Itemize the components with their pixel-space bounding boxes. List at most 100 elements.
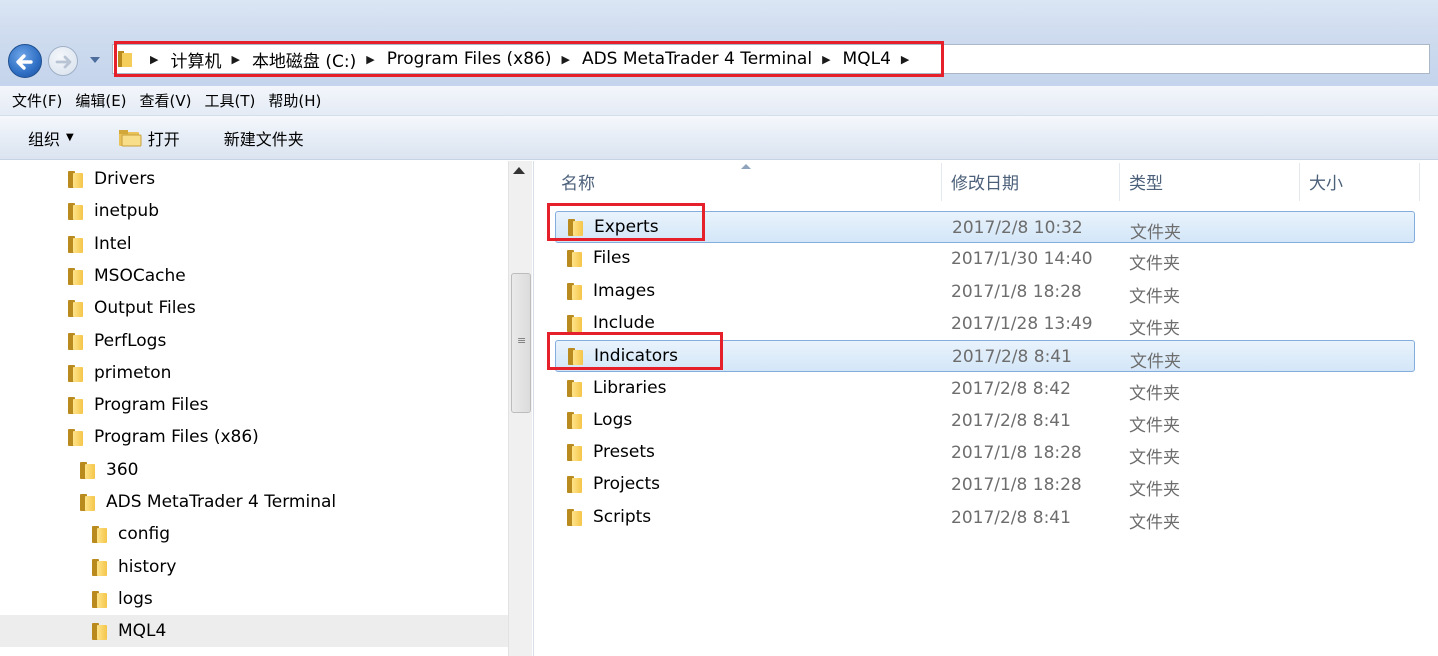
- folder-icon: [68, 332, 84, 350]
- sort-ascending-icon: [741, 164, 751, 169]
- column-divider[interactable]: [1419, 163, 1420, 201]
- menu-file[interactable]: 文件(F): [12, 90, 62, 111]
- file-list: 名称 修改日期 类型 大小 Experts 2017/2/8 10:32 文件夹 Fi…: [535, 161, 1438, 656]
- nav-tree-item[interactable]: Drivers: [68, 163, 155, 195]
- column-divider[interactable]: [941, 163, 942, 201]
- file-date: 2017/1/28 13:49: [951, 313, 1093, 334]
- file-date: 2017/2/8 8:41: [951, 507, 1071, 528]
- nav-tree-item[interactable]: config: [92, 518, 170, 550]
- nav-tree-label: inetpub: [94, 201, 159, 222]
- nav-tree-item[interactable]: primeton: [68, 357, 171, 389]
- nav-tree-item[interactable]: Intel: [68, 228, 132, 260]
- annotation-highlight-box: [547, 203, 705, 241]
- nav-tree-item[interactable]: ADS MetaTrader 4 Terminal: [80, 486, 336, 518]
- open-label: 打开: [147, 129, 180, 149]
- file-type: 文件夹: [1129, 448, 1180, 469]
- file-row[interactable]: Projects 2017/1/8 18:28 文件夹: [555, 469, 1415, 501]
- scroll-up-icon[interactable]: [513, 167, 525, 174]
- open-button[interactable]: 打开: [118, 126, 180, 150]
- column-header-size[interactable]: 大小: [1309, 169, 1343, 194]
- file-type: 文件夹: [1129, 512, 1180, 533]
- organize-button[interactable]: 组织 ▼: [28, 126, 74, 150]
- file-row[interactable]: Images 2017/1/8 18:28 文件夹: [555, 276, 1415, 308]
- folder-icon: [567, 411, 583, 429]
- nav-tree-item[interactable]: history: [92, 551, 176, 583]
- file-name-cell: Include: [567, 313, 655, 333]
- file-name: Projects: [593, 474, 661, 495]
- file-type: 文件夹: [1129, 318, 1180, 339]
- column-headers: 名称 修改日期 类型 大小: [535, 161, 1438, 203]
- file-type: 文件夹: [1129, 383, 1180, 404]
- file-date: 2017/2/8 8:41: [952, 347, 1072, 368]
- nav-tree-item[interactable]: Program Files: [68, 389, 208, 421]
- menu-help[interactable]: 帮助(H): [268, 90, 321, 111]
- history-dropdown-icon[interactable]: [88, 52, 102, 68]
- file-row[interactable]: Presets 2017/1/8 18:28 文件夹: [555, 437, 1415, 469]
- column-header-type[interactable]: 类型: [1129, 169, 1163, 194]
- folder-icon: [567, 475, 583, 494]
- forward-button[interactable]: [48, 46, 78, 76]
- back-button[interactable]: [8, 44, 42, 78]
- file-date: 2017/1/30 14:40: [951, 249, 1093, 270]
- folder-icon: [68, 396, 84, 415]
- menu-edit[interactable]: 编辑(E): [75, 90, 126, 111]
- new-folder-label: 新建文件夹: [223, 129, 304, 149]
- nav-tree-label: config: [118, 524, 171, 545]
- folder-icon: [92, 622, 108, 641]
- nav-tree-item[interactable]: MQL4: [0, 615, 508, 648]
- annotation-highlight-box: [547, 332, 723, 371]
- nav-tree-item[interactable]: logs: [92, 583, 153, 615]
- file-type: 文件夹: [1129, 254, 1180, 275]
- file-date: 2017/1/8 18:28: [951, 443, 1082, 464]
- nav-tree-label: Intel: [94, 233, 132, 254]
- file-name: Logs: [593, 409, 633, 430]
- folder-icon: [567, 443, 583, 462]
- file-name: Presets: [593, 442, 655, 463]
- scrollbar-thumb[interactable]: ≡: [511, 273, 531, 413]
- menu-view[interactable]: 查看(V): [140, 90, 192, 111]
- nav-tree-label: Drivers: [94, 169, 156, 189]
- column-divider[interactable]: [1119, 163, 1120, 201]
- nav-tree-item[interactable]: Program Files (x86): [68, 421, 259, 453]
- folder-icon: [92, 590, 108, 608]
- nav-tree-item[interactable]: PerfLogs: [68, 325, 166, 357]
- column-divider[interactable]: [1299, 163, 1300, 201]
- organize-label: 组织: [28, 129, 61, 149]
- menu-tools[interactable]: 工具(T): [205, 90, 256, 111]
- file-name: Images: [593, 280, 656, 301]
- folder-icon: [68, 299, 84, 318]
- file-row[interactable]: Libraries 2017/2/8 8:42 文件夹: [555, 373, 1415, 405]
- folder-icon: [567, 379, 583, 397]
- nav-tree-label: MQL4: [118, 621, 167, 642]
- file-type: 文件夹: [1129, 480, 1180, 501]
- nav-tree-item[interactable]: 360: [80, 454, 138, 486]
- folder-icon: [80, 461, 96, 479]
- new-folder-button[interactable]: 新建文件夹: [224, 126, 304, 150]
- arrow-right-icon: [55, 55, 72, 69]
- folder-icon: [68, 428, 84, 447]
- navigation-pane: Drivers inetpub Intel MSOCache Output Files P…: [0, 161, 534, 656]
- folder-icon: [92, 525, 108, 544]
- file-name-cell: Logs: [567, 410, 632, 430]
- file-row[interactable]: Logs 2017/2/8 8:41 文件夹: [555, 405, 1415, 437]
- nav-tree-label: Output Files: [94, 298, 196, 319]
- nav-tree-item[interactable]: MSOCache: [68, 260, 186, 292]
- file-row[interactable]: Files 2017/1/30 14:40 文件夹: [555, 243, 1415, 275]
- file-name-cell: Projects: [567, 474, 660, 494]
- nav-tree-label: 360: [106, 459, 139, 480]
- column-header-name[interactable]: 名称: [561, 169, 595, 194]
- nav-tree-item[interactable]: inetpub: [68, 195, 159, 227]
- file-name-cell: Scripts: [567, 507, 651, 527]
- file-row[interactable]: Scripts 2017/2/8 8:41 文件夹: [555, 502, 1415, 534]
- file-date: 2017/1/8 18:28: [951, 475, 1082, 496]
- folder-icon: [68, 364, 84, 382]
- file-date: 2017/2/8 8:41: [951, 410, 1071, 431]
- nav-tree-item[interactable]: Output Files: [68, 292, 196, 324]
- column-header-date[interactable]: 修改日期: [951, 169, 1019, 194]
- file-type: 文件夹: [1129, 415, 1180, 436]
- folder-icon: [68, 267, 84, 285]
- folder-icon: [92, 558, 108, 576]
- nav-scrollbar[interactable]: ≡: [508, 161, 532, 656]
- nav-tree-label: Program Files (x86): [94, 427, 259, 448]
- nav-tree-label: PerfLogs: [94, 330, 167, 351]
